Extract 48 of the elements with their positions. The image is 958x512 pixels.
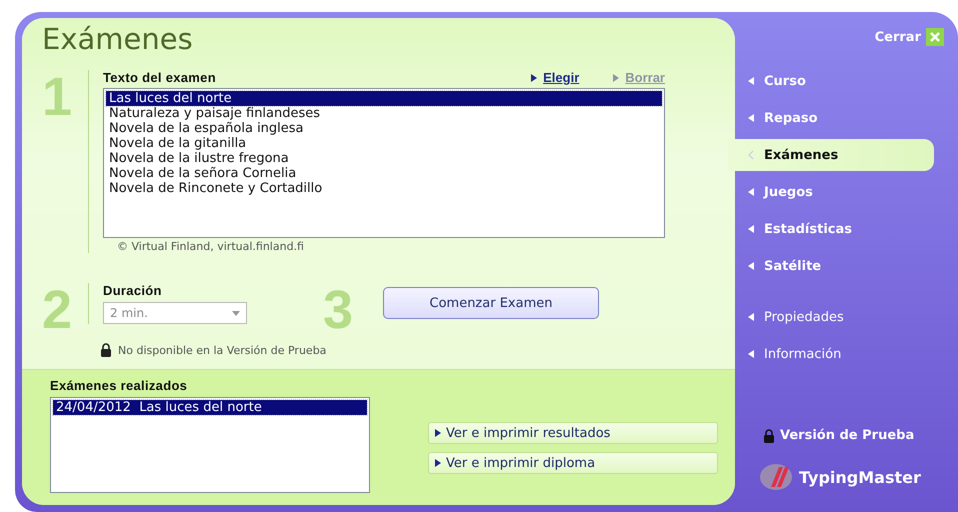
note-text: No disponible en la Versión de Prueba: [100, 343, 326, 357]
chevron-icon: [748, 150, 754, 160]
triangle-icon: [435, 429, 441, 437]
results-list[interactable]: 24/04/2012 Las luces del norte: [50, 397, 370, 493]
triangle-icon: [748, 225, 754, 233]
credit-text: © Virtual Finland, virtual.finland.fi: [117, 240, 305, 253]
step-number: 1: [42, 70, 74, 124]
text-link[interactable]: Elegir: [531, 70, 580, 85]
triangle-icon: [613, 74, 620, 82]
nav-item[interactable]: Propiedades: [728, 301, 934, 333]
list-item[interactable]: Novela de la gitanilla: [106, 136, 662, 151]
nav-item[interactable]: Información: [728, 338, 934, 370]
action-button[interactable]: Ver e imprimir diploma: [428, 452, 718, 474]
list-item[interactable]: Novela de la ilustre fregona: [106, 151, 662, 166]
list-item[interactable]: 24/04/2012 Las luces del norte: [53, 400, 367, 415]
list-item[interactable]: Novela de Rinconete y Cortadillo: [106, 181, 662, 196]
start-button[interactable]: Comenzar Examen: [383, 287, 599, 319]
section-label: Exámenes realizados: [50, 378, 188, 393]
caret-icon: [232, 310, 240, 316]
list-item[interactable]: Novela de la señora Cornelia: [106, 166, 662, 181]
nav-item[interactable]: Estadísticas: [728, 213, 934, 245]
triangle-icon: [531, 74, 538, 82]
triangle-icon: [748, 350, 754, 358]
triangle-icon: [435, 459, 441, 467]
list-item[interactable]: Novela de la española inglesa: [106, 121, 662, 136]
nav-item[interactable]: Satélite: [728, 250, 934, 282]
brand-logo: TypingMaster: [759, 463, 958, 491]
action-button[interactable]: Ver e imprimir resultados: [428, 422, 718, 444]
text-list[interactable]: Las luces del norte Naturaleza y paisaje finlandeses Novela de la española inglesa Novela de la gitanilla Novela de la ilustre fregona Novela de la señora Cornelia Novela de Rinconete y Cortadillo: [103, 88, 665, 238]
triangle-icon: [748, 114, 754, 122]
nav-item[interactable]: Juegos: [728, 176, 934, 208]
list-item[interactable]: Las luces del norte: [106, 91, 662, 106]
triangle-icon: [748, 262, 754, 270]
logo-icon: [759, 463, 793, 491]
list-item[interactable]: Naturaleza y paisaje finlandeses: [106, 106, 662, 121]
section-label: Texto del examen: [103, 70, 216, 85]
step-number: 3: [323, 283, 354, 337]
triangle-icon: [748, 313, 754, 321]
trial-label: Versión de Prueba: [763, 428, 958, 443]
close-icon: [926, 28, 944, 46]
nav-item[interactable]: Exámenes: [728, 139, 934, 171]
page-title: Exámenes: [42, 22, 193, 56]
triangle-icon: [748, 77, 754, 85]
step-number: 2: [42, 283, 74, 337]
field-label: Duración: [103, 283, 163, 298]
lock-icon: [100, 343, 112, 357]
lock-icon: [763, 428, 775, 442]
triangle-icon: [748, 188, 754, 196]
